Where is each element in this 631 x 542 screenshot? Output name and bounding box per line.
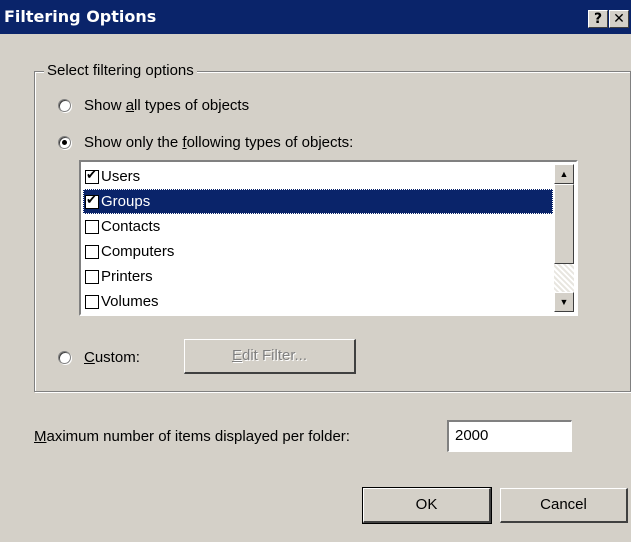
list-item-printers[interactable]: Printers <box>83 264 553 289</box>
custom-label: Custom: <box>84 349 140 366</box>
list-item-users[interactable]: Users <box>83 164 553 189</box>
cancel-button[interactable]: Cancel <box>500 488 628 523</box>
scroll-thumb[interactable] <box>554 184 574 264</box>
show-all-label: Show all types of objects <box>84 97 250 114</box>
list-item-label: Printers <box>101 268 153 285</box>
max-items-label: Maximum number of items displayed per fo… <box>34 428 350 445</box>
scroll-down-arrow-icon[interactable]: ▼ <box>554 292 574 312</box>
radio-circle-icon[interactable] <box>58 351 71 364</box>
list-item-label: Users <box>101 168 141 185</box>
list-item-volumes[interactable]: Volumes <box>83 289 553 314</box>
radio-selected-icon[interactable] <box>58 136 71 149</box>
checkbox-icon[interactable] <box>85 219 99 234</box>
window-title: Filtering Options <box>4 7 157 26</box>
list-item-label: Computers <box>101 243 175 260</box>
object-types-listbox[interactable]: Users Groups Contacts Computers Printers… <box>79 160 578 316</box>
title-bar: Filtering Options ? ✕ <box>0 0 631 34</box>
checkbox-checked-icon[interactable] <box>85 193 99 209</box>
close-button[interactable]: ✕ <box>609 10 629 28</box>
show-following-label: Show only the following types of objects… <box>84 134 354 151</box>
custom-radio[interactable]: Custom: <box>58 349 140 366</box>
checkbox-checked-icon[interactable] <box>85 168 99 184</box>
scroll-up-arrow-icon[interactable]: ▲ <box>554 164 574 184</box>
max-items-input[interactable]: 2000 <box>447 420 572 452</box>
list-item-label: Contacts <box>101 218 161 235</box>
edit-filter-button[interactable]: Edit Filter... <box>184 339 356 374</box>
radio-circle-icon[interactable] <box>58 99 71 112</box>
list-item-contacts[interactable]: Contacts <box>83 214 553 239</box>
help-button[interactable]: ? <box>588 10 608 28</box>
checkbox-icon[interactable] <box>85 244 99 259</box>
show-following-radio[interactable]: Show only the following types of objects… <box>58 134 353 151</box>
list-scrollbar[interactable]: ▲ ▼ <box>554 164 574 312</box>
list-item-label: Groups <box>101 193 151 210</box>
list-item-groups[interactable]: Groups <box>83 189 553 214</box>
ok-button[interactable]: OK <box>362 487 492 524</box>
list-item-label: Volumes <box>101 293 159 310</box>
checkbox-icon[interactable] <box>85 269 99 284</box>
list-item-computers[interactable]: Computers <box>83 239 553 264</box>
group-legend: Select filtering options <box>44 62 197 79</box>
checkbox-icon[interactable] <box>85 294 99 309</box>
show-all-radio[interactable]: Show all types of objects <box>58 97 249 114</box>
